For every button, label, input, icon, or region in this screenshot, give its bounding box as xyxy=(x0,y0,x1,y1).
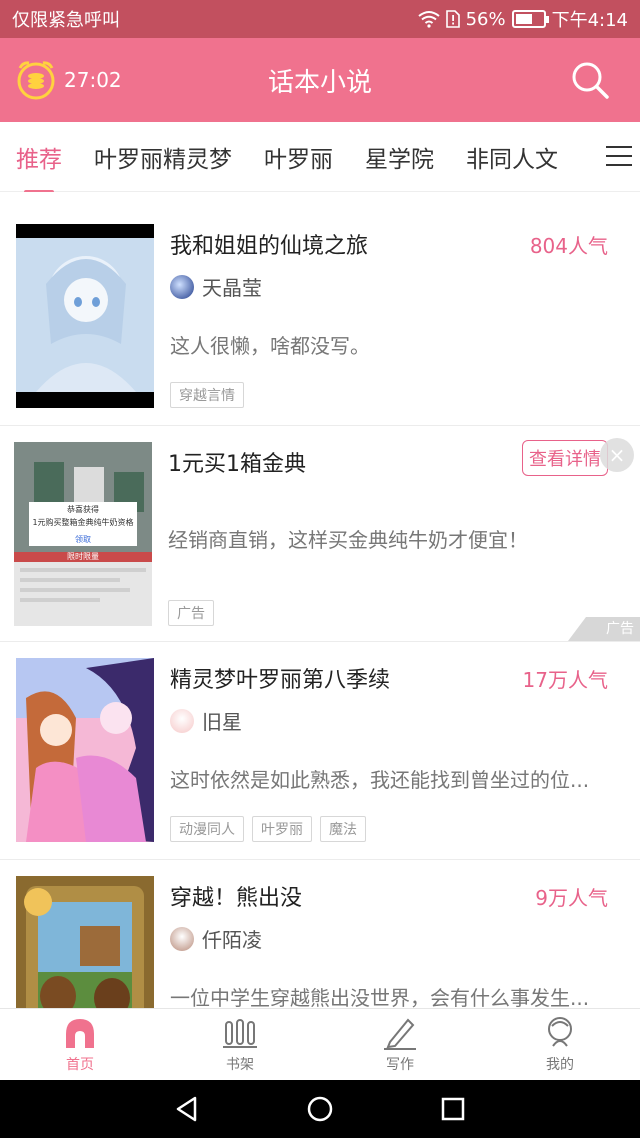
book-description: 这时依然是如此熟悉，我还能找到曾坐过的位... xyxy=(170,768,590,792)
ad-popup-button: 领取 xyxy=(75,535,91,544)
tab-yeluoli-jinglingmeng[interactable]: 叶罗丽精灵梦 xyxy=(94,140,232,174)
list-item[interactable]: 我和姐姐的仙境之旅 804人气 天晶莹 这人很懒，啥都没写。 穿越言情 xyxy=(0,192,640,426)
tab-non-fanfic[interactable]: 非同人文 xyxy=(466,140,558,174)
book-title: 我和姐姐的仙境之旅 xyxy=(170,234,369,259)
tag-list: 穿越言情 xyxy=(170,382,244,408)
ad-description: 经销商直销，这样买金典纯牛奶才便宜！ xyxy=(168,528,528,552)
status-bar: 仅限紧急呼叫 56% 下午4:14 xyxy=(0,0,640,38)
back-icon[interactable] xyxy=(173,1095,201,1123)
feed-list: 我和姐姐的仙境之旅 804人气 天晶莹 这人很懒，啥都没写。 穿越言情 恭喜获得… xyxy=(0,192,640,1008)
list-item[interactable]: 穿越！熊出没 9万人气 仟陌凌 一位中学生穿越熊出没世界，会有什么事发生... xyxy=(0,860,640,1008)
ad-corner-badge: 广告 xyxy=(568,617,640,641)
book-cover xyxy=(16,224,154,408)
app-header: 27:02 话本小说 xyxy=(0,38,640,122)
book-title: 精灵梦叶罗丽第八季续 xyxy=(170,668,391,693)
pencil-icon xyxy=(384,1018,416,1050)
author-info: 天晶莹 xyxy=(170,272,262,301)
view-details-button[interactable]: 查看详情 xyxy=(522,440,608,476)
recents-icon[interactable] xyxy=(439,1095,467,1123)
reading-timer[interactable]: 27:02 xyxy=(14,58,122,102)
tag[interactable]: 穿越言情 xyxy=(170,382,244,408)
tag[interactable]: 叶罗丽 xyxy=(252,816,312,842)
tag[interactable]: 魔法 xyxy=(320,816,366,842)
book-cover xyxy=(16,876,154,1008)
nav-home-label: 首页 xyxy=(66,1056,94,1073)
avatar xyxy=(170,708,194,733)
avatar xyxy=(170,926,194,951)
book-description: 一位中学生穿越熊出没世界，会有什么事发生... xyxy=(170,986,590,1008)
nav-bookshelf[interactable]: 书架 xyxy=(160,1009,320,1080)
sim-alert-icon xyxy=(445,10,460,28)
carrier-text: 仅限紧急呼叫 xyxy=(12,10,120,31)
clock-time: 下午4:14 xyxy=(551,10,628,31)
menu-icon[interactable] xyxy=(606,146,632,168)
battery-icon xyxy=(511,10,549,28)
category-tabs: 推荐 叶罗丽精灵梦 叶罗丽 星学院 非同人文 xyxy=(0,122,640,194)
nav-write[interactable]: 写作 xyxy=(320,1009,480,1080)
nav-home[interactable]: 首页 xyxy=(0,1009,160,1080)
ad-image: 恭喜获得 1元购买整箱金典纯牛奶资格 领取 限时限量 xyxy=(14,442,152,626)
bottom-nav: 首页 书架 写作 我的 xyxy=(0,1008,640,1080)
tab-recommend[interactable]: 推荐 xyxy=(16,140,62,194)
popularity-count: 9万人气 xyxy=(535,886,608,910)
wifi-icon xyxy=(417,11,440,28)
close-icon[interactable]: × xyxy=(600,438,634,472)
book-title: 穿越！熊出没 xyxy=(170,886,303,911)
ad-title: 1元买1箱金典 xyxy=(168,452,306,477)
ad-popup-title: 恭喜获得 xyxy=(67,505,99,514)
ad-banner-text: 限时限量 xyxy=(67,552,99,561)
avatar xyxy=(170,274,194,299)
nav-profile-label: 我的 xyxy=(546,1056,574,1073)
search-icon[interactable] xyxy=(570,60,610,100)
ad-item[interactable]: 恭喜获得 1元购买整箱金典纯牛奶资格 领取 限时限量 1元买1箱金典 查看详情 … xyxy=(0,426,640,642)
tab-yeluoli[interactable]: 叶罗丽 xyxy=(264,140,333,174)
author-name: 仟陌凌 xyxy=(202,928,262,952)
tag[interactable]: 动漫同人 xyxy=(170,816,244,842)
author-info: 仟陌凌 xyxy=(170,924,262,953)
alarm-clock-icon xyxy=(17,61,55,100)
popularity-count: 17万人气 xyxy=(522,668,608,692)
ad-tag-list: 广告 xyxy=(168,600,214,626)
profile-icon xyxy=(548,1016,572,1047)
nav-write-label: 写作 xyxy=(386,1056,414,1073)
author-name: 天晶莹 xyxy=(202,276,262,300)
book-cover xyxy=(16,658,154,842)
battery-percent: 56% xyxy=(465,8,506,30)
author-info: 旧星 xyxy=(170,706,242,735)
home-button-icon[interactable] xyxy=(306,1095,334,1123)
author-name: 旧星 xyxy=(202,710,242,734)
popularity-count: 804人气 xyxy=(529,234,608,258)
tab-xingxueyuan[interactable]: 星学院 xyxy=(365,140,434,174)
ad-label: 广告 xyxy=(168,600,214,626)
system-nav-bar xyxy=(0,1080,640,1138)
book-description: 这人很懒，啥都没写。 xyxy=(170,334,370,358)
bookshelf-icon xyxy=(223,1018,257,1048)
timer-value: 27:02 xyxy=(64,68,122,92)
home-icon xyxy=(66,1018,94,1048)
ad-popup-text: 1元购买整箱金典纯牛奶资格 xyxy=(32,518,134,527)
list-item[interactable]: 精灵梦叶罗丽第八季续 17万人气 旧星 这时依然是如此熟悉，我还能找到曾坐过的位… xyxy=(0,642,640,860)
tag-list: 动漫同人 叶罗丽 魔法 xyxy=(170,816,366,842)
nav-profile[interactable]: 我的 xyxy=(480,1009,640,1080)
nav-bookshelf-label: 书架 xyxy=(226,1056,254,1073)
